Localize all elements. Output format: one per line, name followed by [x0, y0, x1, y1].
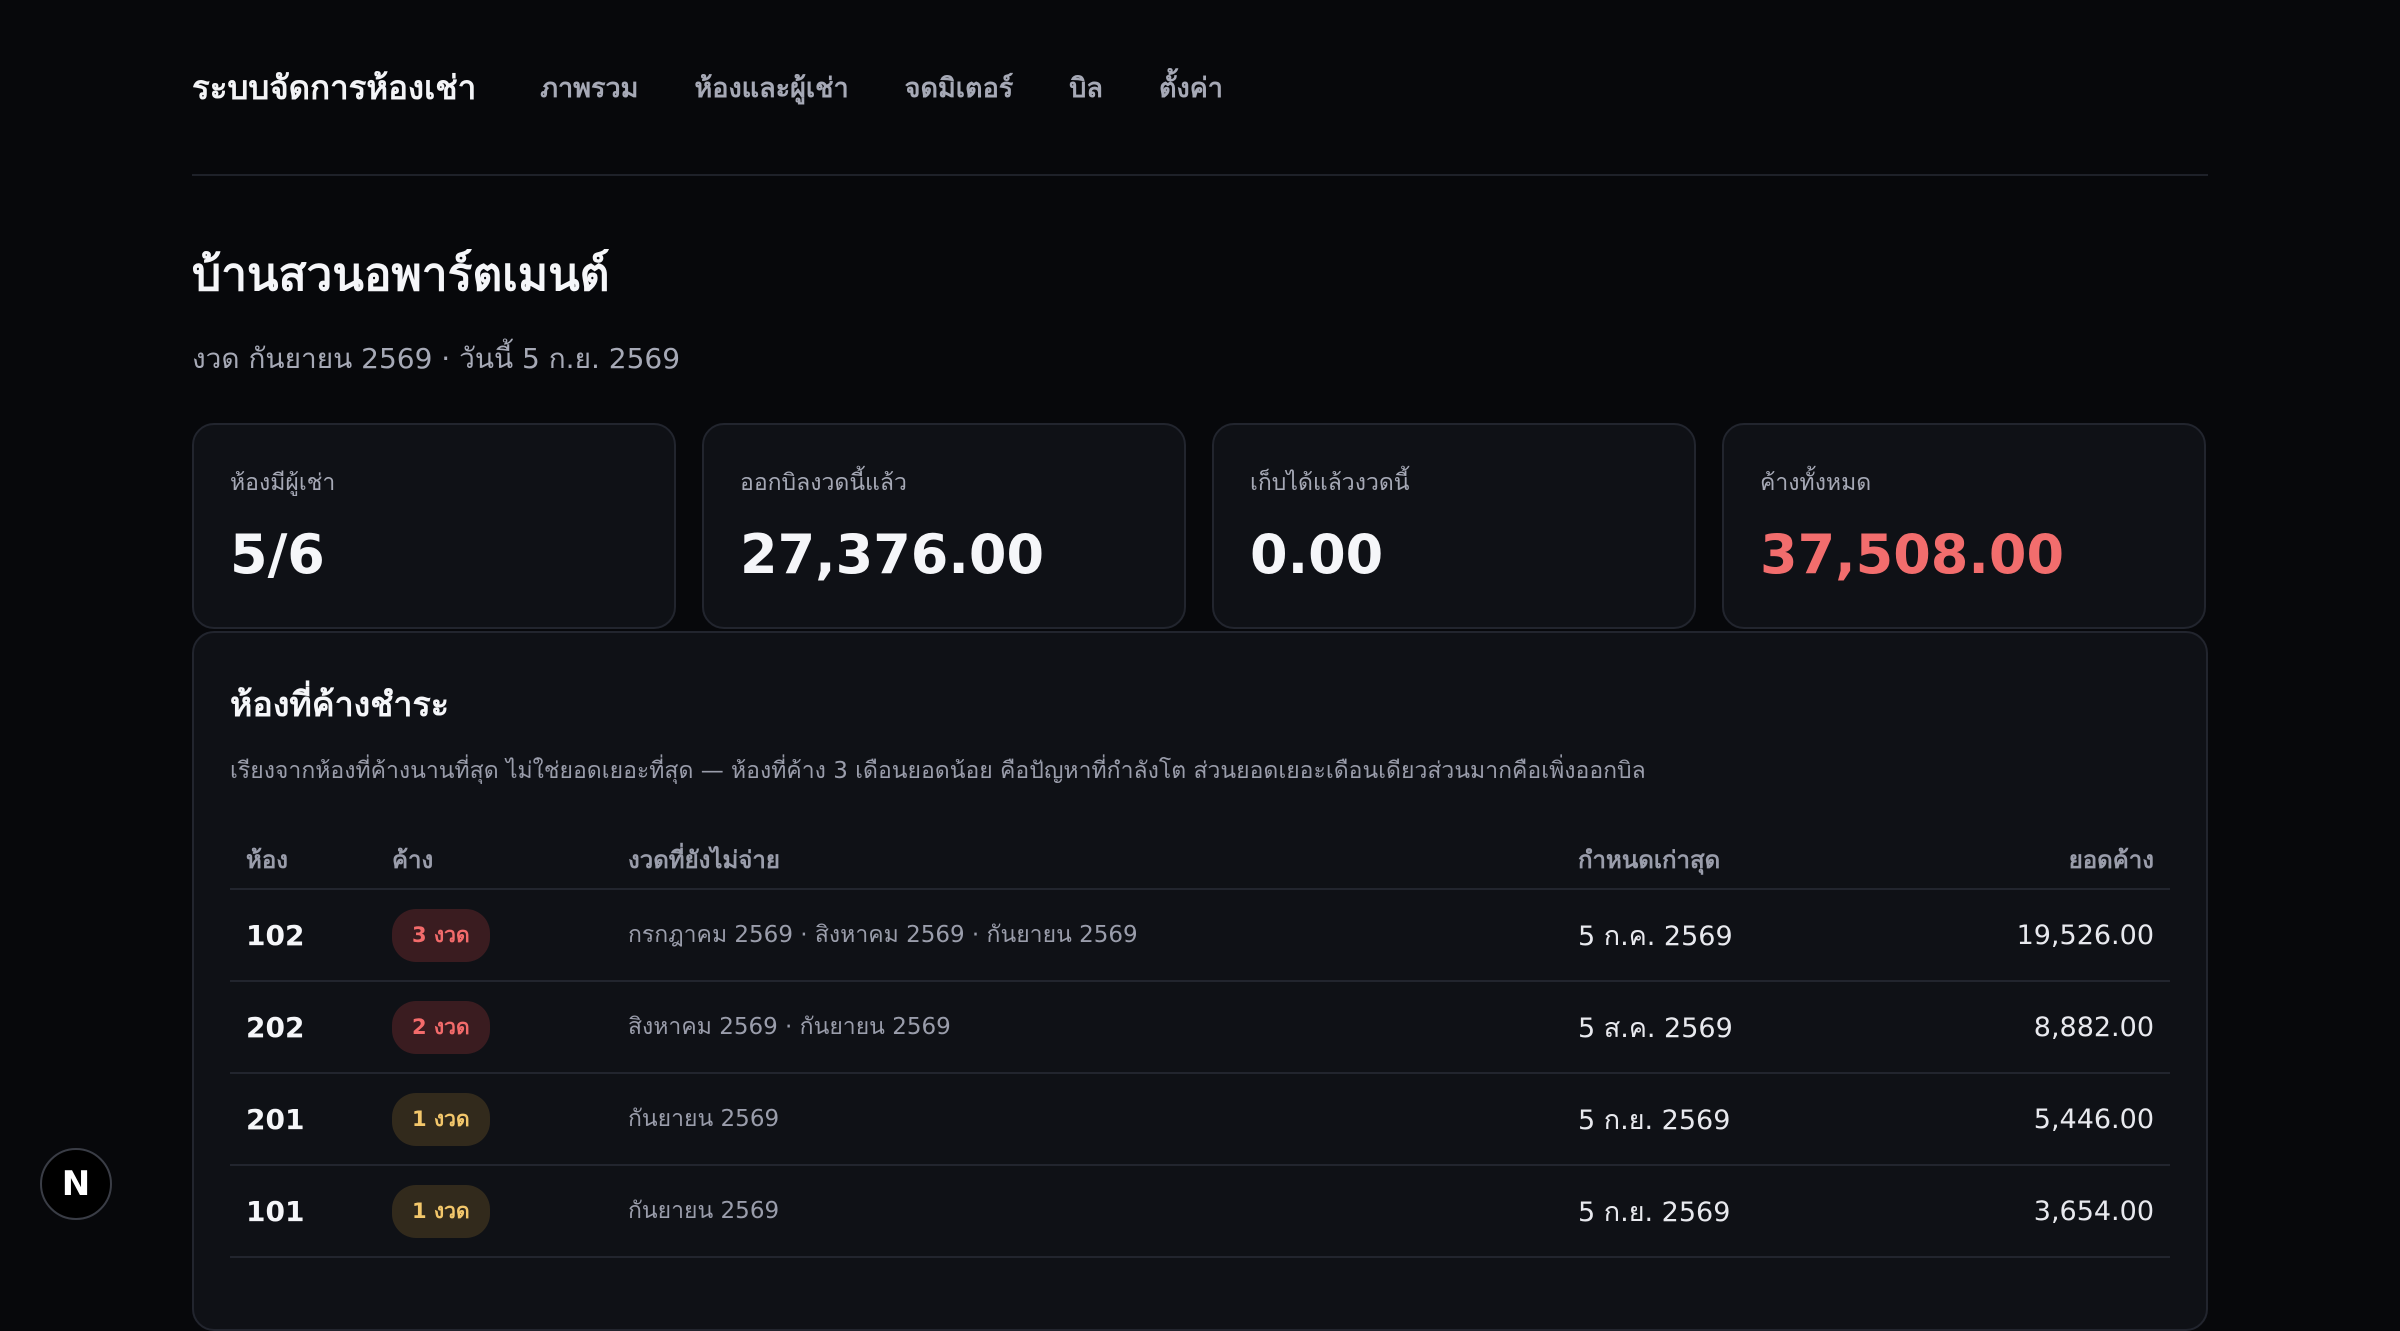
overdue-description: เรียงจากห้องที่ค้างนานที่สุด ไม่ใช่ยอดเย… — [230, 758, 1646, 784]
room-number: 201 — [230, 1073, 376, 1166]
card-total-outstanding: ค้างทั้งหมด 37,508.00 — [1722, 423, 2206, 629]
outstanding-amount: 8,882.00 — [1862, 981, 2170, 1074]
page-title: บ้านสวนอพาร์ตเมนต์ — [192, 247, 610, 301]
nav-item-rooms-tenants[interactable]: ห้องและผู้เช่า — [694, 66, 848, 109]
card-label: ออกบิลงวดนี้แล้ว — [740, 470, 907, 496]
card-label: ค้างทั้งหมด — [1760, 470, 1872, 496]
nextjs-dev-icon[interactable]: N — [40, 1148, 112, 1220]
unpaid-months: สิงหาคม 2569 · กันยายน 2569 — [612, 981, 1562, 1074]
card-occupied-rooms: ห้องมีผู้เช่า 5/6 — [192, 423, 676, 629]
card-collected-this-period: เก็บได้แล้วงวดนี้ 0.00 — [1212, 423, 1696, 629]
overdue-panel: ห้องที่ค้างชำระ เรียงจากห้องที่ค้างนานที… — [192, 631, 2208, 1331]
card-billed-this-period: ออกบิลงวดนี้แล้ว 27,376.00 — [702, 423, 1186, 629]
card-value: 37,508.00 — [1760, 523, 2065, 586]
app-brand[interactable]: ระบบจัดการห้องเช่า — [192, 61, 476, 114]
oldest-due-date: 5 ก.ค. 2569 — [1562, 889, 1862, 982]
status-badge: 1 งวด — [392, 1184, 490, 1238]
oldest-due-date: 5 ส.ค. 2569 — [1562, 981, 1862, 1074]
table-row[interactable]: 102 3 งวด กรกฎาคม 2569 · สิงหาคม 2569 · … — [230, 889, 2170, 982]
table-row[interactable]: 101 1 งวด กันยายน 2569 5 ก.ย. 2569 3,654… — [230, 1165, 2170, 1258]
nav-item-settings[interactable]: ตั้งค่า — [1159, 66, 1223, 109]
table-header-row: ห้อง ค้าง งวดที่ยังไม่จ่าย กำหนดเก่าสุด … — [230, 831, 2170, 890]
status-badge: 1 งวด — [392, 1092, 490, 1146]
oldest-due-date: 5 ก.ย. 2569 — [1562, 1165, 1862, 1258]
status-badge: 2 งวด — [392, 1000, 490, 1054]
nav-item-bills[interactable]: บิล — [1069, 66, 1103, 109]
outstanding-amount: 19,526.00 — [1862, 889, 2170, 982]
outstanding-amount: 5,446.00 — [1862, 1073, 2170, 1166]
column-header-unpaid-periods: งวดที่ยังไม่จ่าย — [612, 831, 1562, 890]
top-nav: ระบบจัดการห้องเช่า ภาพรวม ห้องและผู้เช่า… — [192, 0, 2208, 176]
oldest-due-date: 5 ก.ย. 2569 — [1562, 1073, 1862, 1166]
column-header-oldest-due: กำหนดเก่าสุด — [1562, 831, 1862, 890]
card-value: 0.00 — [1250, 523, 1384, 586]
unpaid-months: กันยายน 2569 — [612, 1165, 1562, 1258]
room-number: 101 — [230, 1165, 376, 1258]
card-label: ห้องมีผู้เช่า — [230, 470, 336, 496]
status-badge: 3 งวด — [392, 908, 490, 962]
page-subtitle: งวด กันยายน 2569 · วันนี้ 5 ก.ย. 2569 — [192, 342, 681, 375]
table-row[interactable]: 202 2 งวด สิงหาคม 2569 · กันยายน 2569 5 … — [230, 981, 2170, 1074]
table-row[interactable]: 201 1 งวด กันยายน 2569 5 ก.ย. 2569 5,446… — [230, 1073, 2170, 1166]
page: ระบบจัดการห้องเช่า ภาพรวม ห้องและผู้เช่า… — [192, 0, 2208, 1331]
outstanding-amount: 3,654.00 — [1862, 1165, 2170, 1258]
card-value: 5/6 — [230, 523, 325, 586]
room-number: 102 — [230, 889, 376, 982]
column-header-room: ห้อง — [230, 831, 376, 890]
room-number: 202 — [230, 981, 376, 1074]
column-header-amount: ยอดค้าง — [1862, 831, 2170, 890]
unpaid-months: กันยายน 2569 — [612, 1073, 1562, 1166]
summary-cards: ห้องมีผู้เช่า 5/6 ออกบิลงวดนี้แล้ว 27,37… — [192, 423, 2208, 629]
card-value: 27,376.00 — [740, 523, 1045, 586]
column-header-overdue: ค้าง — [376, 831, 612, 890]
overdue-title: ห้องที่ค้างชำระ — [230, 685, 449, 725]
overdue-table: ห้อง ค้าง งวดที่ยังไม่จ่าย กำหนดเก่าสุด … — [230, 831, 2170, 1258]
unpaid-months: กรกฎาคม 2569 · สิงหาคม 2569 · กันยายน 25… — [612, 889, 1562, 982]
nav-item-overview[interactable]: ภาพรวม — [540, 66, 638, 109]
card-label: เก็บได้แล้วงวดนี้ — [1250, 470, 1410, 496]
nav-item-meter-reading[interactable]: จดมิเตอร์ — [905, 66, 1014, 109]
